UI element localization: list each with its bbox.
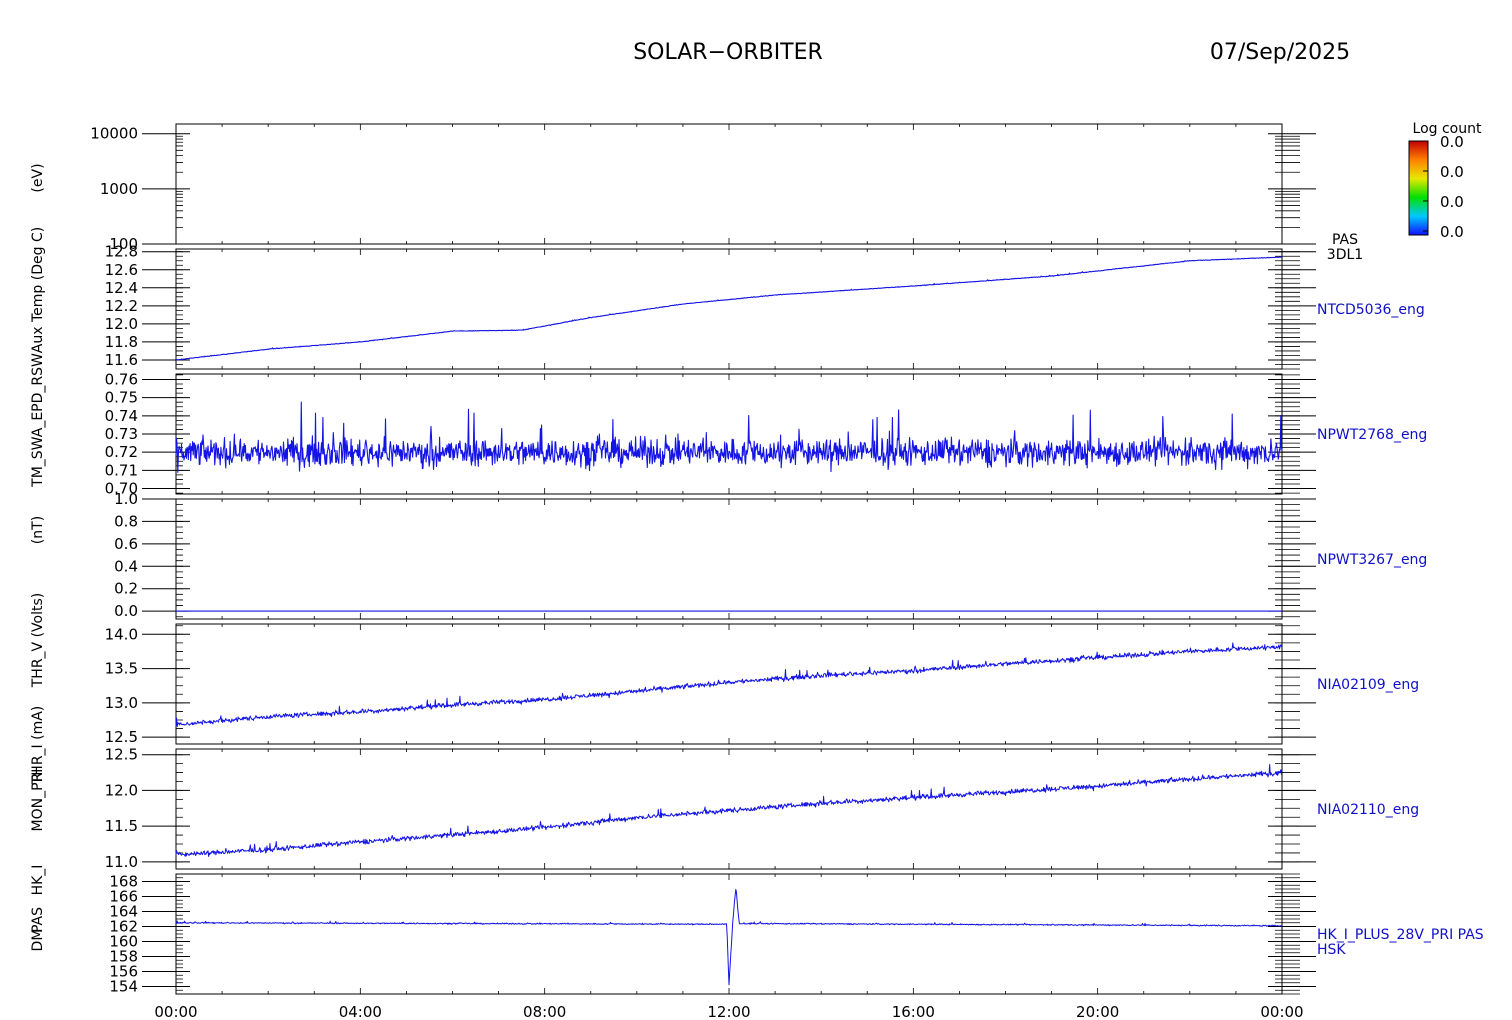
- y-tick-label: 12.0: [105, 781, 138, 799]
- y-minor-ticks: [176, 251, 1300, 370]
- y-minor-ticks: [176, 625, 1300, 738]
- colorbar-gradient: [1408, 140, 1429, 236]
- x-tick-label: 00:00: [154, 1003, 197, 1020]
- panel-4: 0.0 0.2 0.4 0.6 0.8 1.0 NPWT3267_eng: [114, 490, 1427, 620]
- y-tick-label: 0.75: [105, 389, 138, 407]
- x-edge-ticks: [175, 624, 1283, 744]
- x-edge-ticks: [175, 249, 1283, 369]
- y-axis-label: (nT): [30, 516, 46, 544]
- panel-label: NIA02109_eng: [1317, 677, 1419, 693]
- series-line-1: [175, 401, 1283, 473]
- y-tick-label: 0.74: [105, 407, 138, 425]
- colorbar-tick-label: 0.0: [1440, 133, 1464, 151]
- y-tick-label: 12.0: [105, 315, 138, 333]
- y-axis-label: HK_I: [30, 865, 46, 896]
- y-tick-label: 0.8: [114, 512, 138, 530]
- panel-2: 11.611.812.012.212.412.612.8 NTCD5036_eng: [105, 243, 1425, 370]
- y-minor-ticks: [176, 135, 1300, 228]
- y-minor-ticks: [176, 374, 1300, 494]
- y-tick-label: 1000: [100, 180, 138, 198]
- panel-5: 12.5 13.0 13.5 14.0 NIA02109_eng: [105, 623, 1419, 746]
- x-edge-ticks: [175, 374, 1283, 494]
- y-minor-ticks: [176, 873, 1300, 995]
- x-axis: 00:00 04:00 08:00 12:00 16:00 20:00 00:00: [154, 1003, 1303, 1020]
- y-tick-label: 0.71: [105, 461, 138, 479]
- y-axis-labels: (eV) Aux Temp (Deg C)TM_SWA_EPD_RSW (nT) TH…: [30, 163, 46, 951]
- panel-frame: [175, 123, 1283, 245]
- series-line-1: [175, 642, 1283, 728]
- panel-label: PAS: [1332, 232, 1358, 248]
- colorbar-tick-label: 0.0: [1440, 163, 1464, 181]
- y-axis-label: MON_PRI: [30, 769, 46, 832]
- y-tick-label: 13.5: [105, 660, 138, 678]
- colorbar-tick-label: 0.0: [1440, 223, 1464, 241]
- panel-label: 3DL1: [1327, 247, 1363, 263]
- x-tick-label: 04:00: [339, 1003, 382, 1020]
- panel-1: 100100010000PAS3DL1: [90, 123, 1363, 263]
- y-minor-ticks: [176, 754, 1300, 863]
- y-tick-label: 0.0: [114, 602, 138, 620]
- y-tick-label: 12.5: [105, 746, 138, 764]
- y-tick-label: 14.0: [105, 625, 138, 643]
- y-tick-label: 0.6: [114, 535, 138, 553]
- x-edge-ticks: [175, 499, 1283, 619]
- panel-label: NPWT3267_eng: [1317, 552, 1427, 568]
- x-tick-label: 00:00: [1260, 1003, 1303, 1020]
- x-tick-label: 12:00: [707, 1003, 750, 1020]
- y-tick-label: 10000: [90, 125, 138, 143]
- y-tick-label: 12.6: [105, 261, 138, 279]
- colorbar-tick-label: 0.0: [1440, 193, 1464, 211]
- panel-frame: [175, 498, 1283, 620]
- plot-canvas: SOLAR−ORBITER 07/Sep/2025 Log count 0.00…: [30, 40, 1484, 1020]
- y-axis-label: DM: [30, 929, 46, 952]
- y-axis-label: TM_SWA_EPD_RSW: [30, 353, 46, 488]
- y-tick-label: 12.8: [105, 243, 138, 261]
- y-tick-label: 168: [109, 873, 138, 891]
- panel-label: HK_I_PLUS_28V_PRI PAS: [1317, 927, 1484, 943]
- x-tick-label: 20:00: [1076, 1003, 1119, 1020]
- x-tick-label: 16:00: [892, 1003, 935, 1020]
- panel-label: HSK: [1317, 942, 1346, 958]
- y-tick-label: 12.2: [105, 297, 138, 315]
- panel-7: 154156158160162164166168HK_I_PLUS_28V_PR…: [109, 873, 1483, 996]
- y-tick-label: 11.5: [105, 817, 138, 835]
- y-tick-label: 0.2: [114, 580, 138, 598]
- y-minor-ticks: [176, 498, 1300, 618]
- y-tick-label: 13.0: [105, 694, 138, 712]
- x-tick-label: 08:00: [523, 1003, 566, 1020]
- series-line-1: [175, 256, 1283, 361]
- panel-3: 0.700.710.720.730.740.750.76NPWT2768_eng: [105, 370, 1428, 497]
- panel-frame: [175, 623, 1283, 745]
- panel-frame: [175, 373, 1283, 495]
- panel-6: 11.0 11.5 12.0 12.5 NIA02110_eng: [105, 746, 1420, 871]
- y-tick-label: 12.5: [105, 728, 138, 746]
- y-tick-label: 0.76: [105, 370, 138, 388]
- plot-date: 07/Sep/2025: [1210, 40, 1350, 65]
- series-line-1: [175, 888, 1283, 986]
- y-axis-label: THR_V (Volts): [30, 593, 46, 689]
- y-tick-label: 0.73: [105, 425, 138, 443]
- y-tick-label: 11.0: [105, 853, 138, 871]
- colorbar: Log count 0.00.00.00.0: [1408, 121, 1482, 241]
- y-tick-label: 1.0: [114, 490, 138, 508]
- mission-title: SOLAR−ORBITER: [633, 40, 823, 65]
- x-edge-ticks: [175, 124, 1283, 244]
- series-line-1: [175, 764, 1283, 857]
- y-tick-label: 11.6: [105, 351, 138, 369]
- panel-label: NIA02110_eng: [1317, 802, 1419, 818]
- y-axis-label: (eV): [30, 163, 46, 192]
- y-tick-label: 0.72: [105, 443, 138, 461]
- y-tick-label: 11.8: [105, 333, 138, 351]
- panel-frame: [175, 248, 1283, 370]
- panel-label: NPWT2768_eng: [1317, 427, 1427, 443]
- y-axis-label: Aux Temp (Deg C): [30, 227, 46, 353]
- panel-label: NTCD5036_eng: [1317, 302, 1425, 318]
- chart-panels: 100100010000PAS3DL111.611.812.012.212.41…: [90, 123, 1484, 996]
- y-tick-label: 0.4: [114, 557, 138, 575]
- y-tick-label: 12.4: [105, 279, 138, 297]
